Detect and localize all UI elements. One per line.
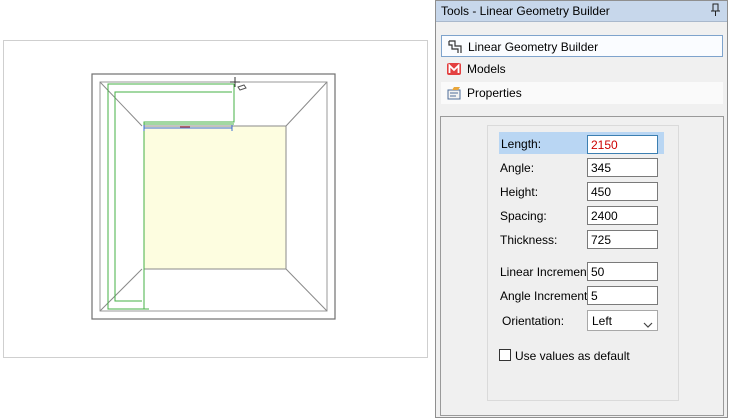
nav-item-label: Models xyxy=(467,62,506,76)
nav-item-label: Properties xyxy=(467,86,522,100)
models-icon xyxy=(446,61,462,77)
nav-item-properties[interactable]: Properties xyxy=(441,82,723,104)
perspective-line-tr xyxy=(285,81,328,127)
nav-item-label: Linear Geometry Builder xyxy=(468,40,599,54)
tools-panel: Tools - Linear Geometry Builder Linear G… xyxy=(435,0,728,418)
perspective-line-tl xyxy=(99,81,143,127)
pen-cursor-icon xyxy=(237,84,247,91)
properties-box xyxy=(440,116,724,416)
panel-titlebar[interactable]: Tools - Linear Geometry Builder xyxy=(436,1,727,22)
pin-icon[interactable] xyxy=(710,3,722,17)
properties-form-area xyxy=(487,125,679,401)
drawing-viewport[interactable] xyxy=(3,40,428,358)
perspective-line-bl xyxy=(99,268,143,312)
nav-item-models[interactable]: Models xyxy=(441,58,723,80)
room-3d-view[interactable] xyxy=(4,41,427,357)
room-floor xyxy=(143,125,287,270)
perspective-line-br xyxy=(285,268,328,312)
panel-title: Tools - Linear Geometry Builder xyxy=(441,4,610,18)
linear-geometry-icon xyxy=(447,39,463,55)
properties-icon xyxy=(446,85,462,101)
nav-item-linear-geometry-builder[interactable]: Linear Geometry Builder xyxy=(441,35,723,57)
